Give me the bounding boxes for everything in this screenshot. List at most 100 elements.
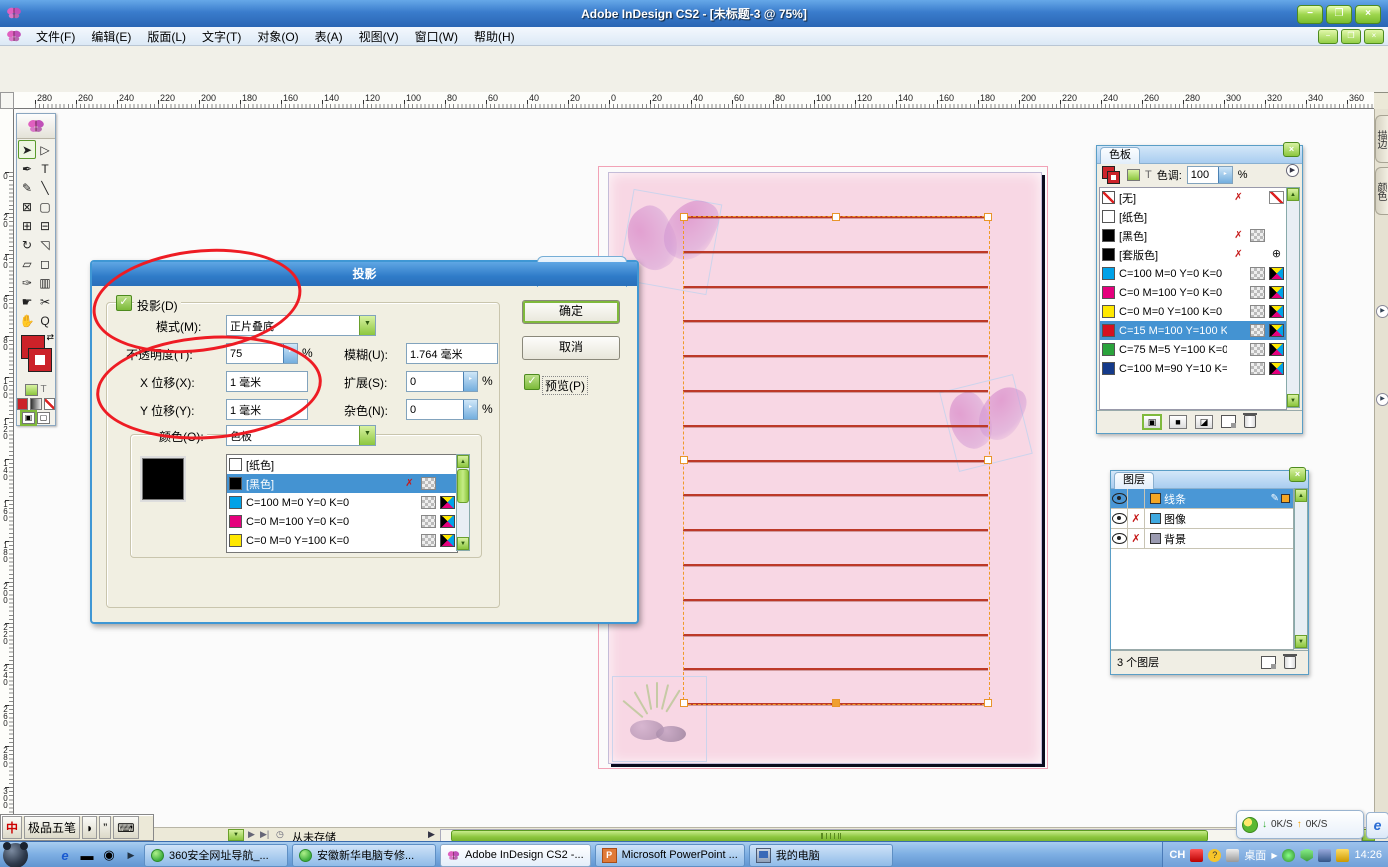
panel-swatch-row-9[interactable]: C=100 M=90 Y=10 K=0 — [1100, 359, 1286, 378]
delete-layer-button[interactable] — [1284, 656, 1296, 669]
selection-handle-mid-right[interactable] — [984, 456, 992, 464]
menu-edit[interactable]: 编辑(E) — [83, 27, 139, 46]
panel-swatch-row-4[interactable]: C=100 M=0 Y=0 K=0 — [1100, 264, 1286, 283]
quicklaunch-expand-icon[interactable]: ▶ — [122, 846, 140, 864]
selection-bounding-box[interactable] — [683, 216, 990, 705]
ime-punct-icon[interactable]: ” — [99, 816, 111, 839]
tray-desktop-toolbar[interactable]: 桌面 — [1244, 847, 1266, 863]
menu-layout[interactable]: 版面(L) — [139, 27, 194, 46]
swatches-list[interactable]: [无]✗[纸色][黑色]✗[套版色]✗⊕C=100 M=0 Y=0 K=0C=0… — [1099, 187, 1287, 410]
dock-tab-stroke[interactable]: 描边 — [1375, 115, 1388, 163]
next-page-icon[interactable]: ▶ — [248, 829, 255, 840]
selection-tool[interactable]: ➤ — [18, 140, 36, 159]
panel-swatch-row-2[interactable]: [黑色]✗ — [1100, 226, 1286, 245]
layers-list[interactable]: 线条✎✗图像✗背景 — [1111, 489, 1294, 650]
menu-file[interactable]: 文件(F) — [28, 27, 83, 46]
mode-dropdown[interactable]: ▼ — [359, 316, 375, 335]
button-tool[interactable]: ☛ — [18, 292, 36, 311]
shear-tool[interactable]: ▱ — [18, 254, 36, 273]
doc-close-button[interactable]: × — [1364, 29, 1384, 44]
layer-visibility-toggle[interactable] — [1111, 489, 1128, 508]
dock-tab-color[interactable]: 颜色 — [1375, 167, 1388, 215]
vertical-ruler[interactable]: 0204060801001201401601802002202402602803… — [0, 109, 14, 827]
dialog-swatch-row-2[interactable]: C=100 M=0 Y=0 K=0 — [227, 493, 457, 512]
360-icon[interactable] — [1242, 817, 1258, 833]
cancel-button[interactable]: 取消 — [522, 336, 620, 360]
formatting-text-icon[interactable]: T — [40, 384, 46, 396]
selection-handle-bottom-right[interactable] — [984, 699, 992, 707]
last-page-icon[interactable]: ▶| — [260, 829, 269, 840]
dialog-swatch-row-0[interactable]: [纸色] — [227, 455, 457, 474]
panel-swatch-row-6[interactable]: C=0 M=0 Y=100 K=0 — [1100, 302, 1286, 321]
selection-handle-top-right[interactable] — [984, 213, 992, 221]
color-source-dropdown[interactable]: ▼ — [359, 426, 375, 445]
taskbar-task-0[interactable]: 360安全网址导航_... — [144, 844, 288, 867]
close-button[interactable]: × — [1355, 5, 1381, 24]
scroll-thumb[interactable] — [457, 469, 469, 503]
quicklaunch-show-desktop-icon[interactable]: ▬ — [78, 846, 96, 864]
pencil-tool[interactable]: ✎ — [18, 178, 36, 197]
layer-lock-toggle[interactable]: ✗ — [1128, 509, 1145, 528]
swatches-scrollbar[interactable]: ▲ ▼ — [1286, 187, 1300, 408]
selection-handle-bottom-center[interactable] — [832, 699, 840, 707]
taskbar-task-4[interactable]: 我的电脑 — [749, 844, 893, 867]
layer-visibility-toggle[interactable] — [1111, 529, 1128, 548]
grid-tool[interactable]: ⊟ — [36, 216, 54, 235]
layer-lock-toggle[interactable]: ✗ — [1128, 529, 1145, 548]
swap-fill-stroke-icon[interactable]: ⇄ — [46, 332, 54, 343]
tray-360-icon[interactable] — [1282, 849, 1295, 862]
minimize-button[interactable]: − — [1297, 5, 1323, 24]
ime-keyboard-icon[interactable]: ⌨ — [113, 816, 138, 839]
fill-stroke-proxy[interactable]: ⇄ — [17, 331, 55, 383]
layers-scroll-up[interactable]: ▲ — [1295, 489, 1307, 502]
tint-field[interactable]: 100▸ — [1187, 166, 1233, 184]
layers-panel-title-bar[interactable]: 图层 × ▶ — [1111, 471, 1308, 489]
selection-handle-top-center[interactable] — [832, 213, 840, 221]
dock-expand-arrow-1[interactable]: ▶ — [1376, 305, 1388, 318]
horizontal-ruler[interactable]: 2802602402202001801601401201008060402002… — [14, 92, 1374, 109]
swatches-tab[interactable]: 色板 — [1100, 147, 1140, 164]
tray-sogou-icon[interactable] — [1190, 849, 1203, 862]
dialog-list-scrollbar[interactable]: ▲ ▼ — [456, 454, 470, 551]
type-tool[interactable]: T — [36, 159, 54, 178]
scroll-up-arrow[interactable]: ▲ — [457, 455, 469, 468]
rotate-tool[interactable]: ↻ — [18, 235, 36, 254]
swatches-scroll-down[interactable]: ▼ — [1287, 394, 1299, 407]
pen-tool[interactable]: ✒ — [18, 159, 36, 178]
spread-field[interactable]: 0▸ — [406, 371, 478, 392]
quicklaunch-ie-icon[interactable]: e — [56, 846, 74, 864]
selection-handle-bottom-left[interactable] — [680, 699, 688, 707]
ime-fullhalf-icon[interactable]: ◗ — [82, 816, 97, 839]
noise-stepper[interactable]: ▸ — [463, 400, 477, 419]
scale-tool[interactable]: ◹ — [36, 235, 54, 254]
dialog-swatch-row-1[interactable]: [黑色]✗ — [227, 474, 457, 493]
direct-selection-tool[interactable]: ▷ — [36, 140, 54, 159]
ie-launcher-icon[interactable]: e — [1366, 812, 1388, 839]
tray-warning-icon[interactable] — [1336, 849, 1349, 862]
taskbar-task-3[interactable]: PMicrosoft PowerPoint ... — [595, 844, 745, 867]
apply-gradient-button[interactable] — [30, 398, 41, 410]
menu-view[interactable]: 视图(V) — [351, 27, 407, 46]
eyedropper-tool[interactable]: ✑ — [18, 273, 36, 292]
show-color-swatches-button[interactable]: ■ — [1169, 415, 1187, 429]
ime-name-button[interactable]: 极品五笔 — [24, 816, 80, 839]
container-format-icon[interactable] — [1127, 169, 1140, 181]
tint-stepper[interactable]: ▸ — [1218, 167, 1232, 183]
tray-desktop-expand-icon[interactable]: ▶ — [1271, 851, 1277, 860]
apply-color-button[interactable] — [17, 398, 28, 410]
dock-expand-arrow-2[interactable]: ▶ — [1376, 393, 1388, 406]
new-swatch-button[interactable] — [1221, 415, 1236, 428]
layers-scrollbar[interactable]: ▲ ▼ — [1294, 488, 1308, 649]
doc-minimize-button[interactable]: − — [1318, 29, 1338, 44]
swatches-close-icon[interactable]: × — [1283, 142, 1300, 157]
delete-swatch-button[interactable] — [1244, 415, 1256, 428]
layers-scroll-down[interactable]: ▼ — [1295, 635, 1307, 648]
preview-checkbox[interactable]: ✓ — [524, 374, 540, 390]
line-tool[interactable]: ╲ — [36, 178, 54, 197]
scissors-tool[interactable]: ✂ — [36, 292, 54, 311]
tray-help-icon[interactable]: ? — [1208, 849, 1221, 862]
preview-view-button[interactable]: ▢ — [37, 412, 50, 424]
apply-none-button[interactable] — [44, 398, 55, 410]
panel-swatch-row-7[interactable]: C=15 M=100 Y=100 K=0 — [1100, 321, 1286, 340]
blur-field[interactable]: 1.764 毫米 — [406, 343, 498, 364]
